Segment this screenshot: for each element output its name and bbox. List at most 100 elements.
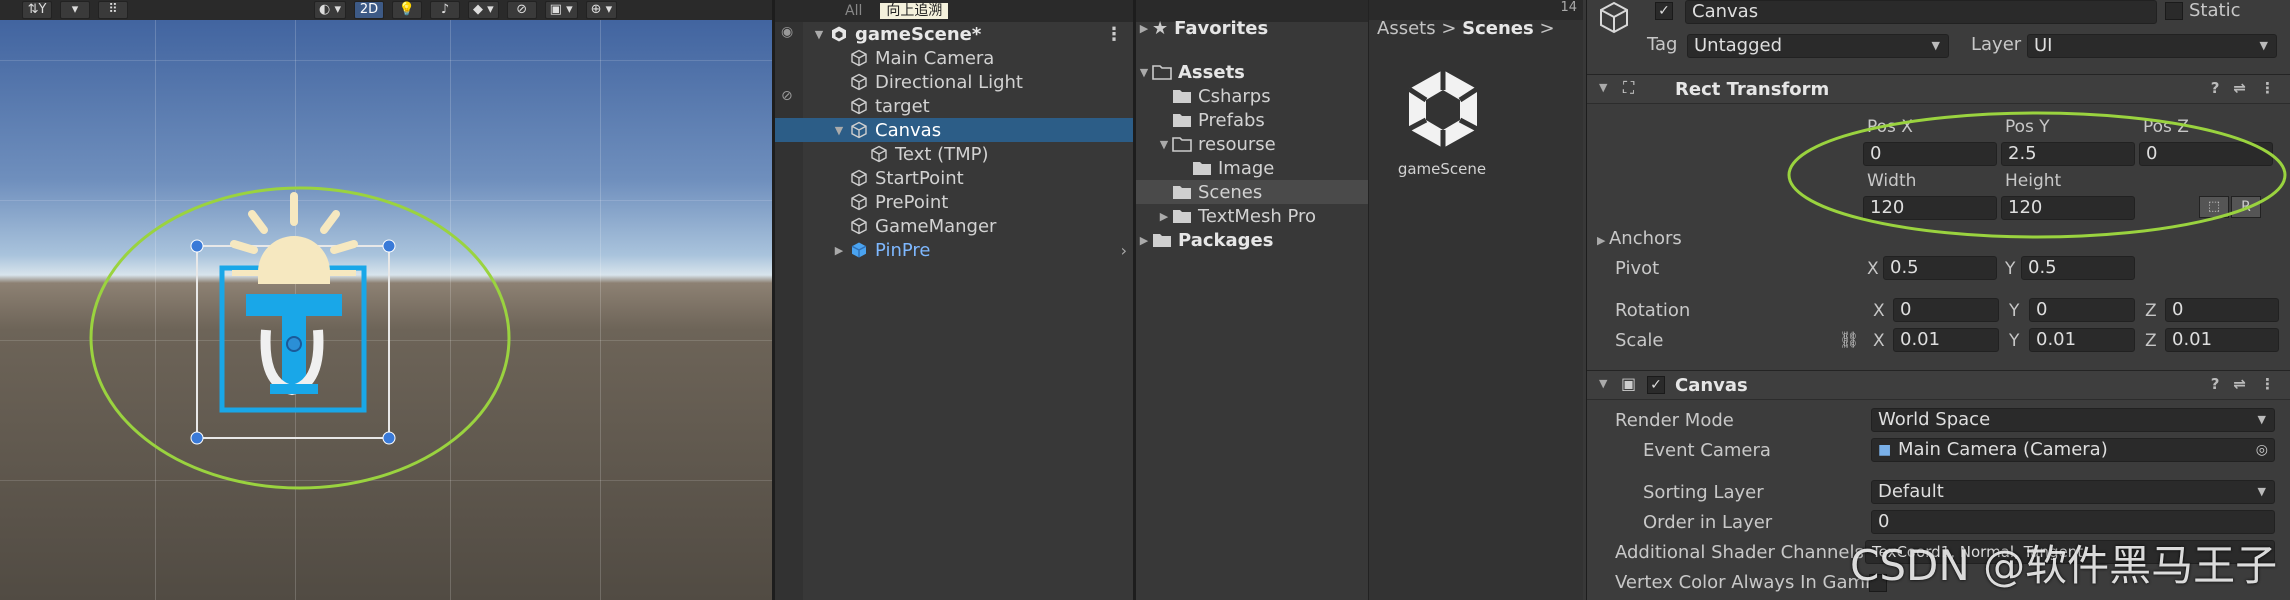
- pos-x-field[interactable]: 0: [1863, 142, 1997, 166]
- pivot-label: Pivot: [1615, 258, 1660, 279]
- scene-root-row[interactable]: ▼ gameScene* ⋮: [775, 22, 1133, 46]
- expand-arrow-icon[interactable]: ▶: [1136, 22, 1152, 35]
- canvas-enabled-checkbox[interactable]: ✓: [1647, 376, 1665, 394]
- hierarchy-item[interactable]: Directional Light: [775, 70, 1133, 94]
- assets-label: Assets: [1178, 61, 1245, 83]
- breadcrumb-root[interactable]: Assets: [1377, 18, 1436, 39]
- render-mode-dropdown[interactable]: World Space: [1871, 408, 2275, 432]
- help-icon[interactable]: ?: [2211, 79, 2220, 97]
- collapse-arrow-icon[interactable]: ▼: [1156, 138, 1172, 151]
- scene-canvas-gizmo[interactable]: [0, 0, 772, 600]
- pivot-x-field[interactable]: 0.5: [1883, 256, 1997, 280]
- rotation-y-field[interactable]: 0: [2029, 298, 2135, 322]
- anchors-foldout[interactable]: ▶ Anchors: [1597, 228, 1682, 252]
- preset-icon[interactable]: ⇌: [2233, 375, 2246, 393]
- canvas-component-header[interactable]: ▼ ▣ ✓ Canvas ? ⇌ ⋮: [1587, 370, 2290, 400]
- project-folder-item[interactable]: Image: [1136, 156, 1368, 180]
- blueprint-mode-icon[interactable]: ⬚: [2199, 196, 2229, 218]
- rect-transform-header[interactable]: ▼ ⛶ Rect Transform ? ⇌ ⋮: [1587, 74, 2290, 104]
- hierarchy-item[interactable]: GameManger: [775, 214, 1133, 238]
- collapse-arrow-icon[interactable]: ▼: [1599, 81, 1607, 94]
- tag-dropdown[interactable]: Untagged: [1687, 34, 1949, 58]
- pivot-y-field[interactable]: 0.5: [2021, 256, 2135, 280]
- hierarchy-search-bar[interactable]: All 向上追溯: [775, 0, 1133, 22]
- static-checkbox[interactable]: [2165, 2, 2183, 20]
- hierarchy-search-input[interactable]: All: [845, 3, 862, 19]
- gameobject-cube-icon: [1600, 1, 1628, 34]
- raw-edit-button[interactable]: R: [2231, 196, 2261, 218]
- object-name-input[interactable]: Canvas: [1685, 0, 2157, 24]
- project-folder-item[interactable]: Csharps: [1136, 84, 1368, 108]
- hierarchy-item-label: Text (TMP): [895, 143, 989, 165]
- layer-dropdown[interactable]: UI: [2027, 34, 2277, 58]
- expand-arrow-icon[interactable]: ▶: [1136, 234, 1152, 247]
- favorites-label: Favorites: [1174, 17, 1269, 39]
- unity-editor: ⇅Y ▾ ⠿ ◐ ▾ 2D 💡 ♪ ◆ ▾ ⊘ ▣ ▾ ⊕ ▾ All 向上追溯…: [0, 0, 2290, 600]
- hierarchy-item[interactable]: StartPoint: [775, 166, 1133, 190]
- expand-arrow-icon[interactable]: ▶: [831, 244, 847, 257]
- collapse-arrow-icon[interactable]: ▼: [1599, 377, 1607, 390]
- project-folder-label: Csharps: [1198, 85, 1271, 107]
- collapse-arrow-icon[interactable]: ▼: [831, 124, 847, 137]
- pos-y-field[interactable]: 2.5: [2001, 142, 2135, 166]
- scale-x-field[interactable]: 0.01: [1893, 328, 1999, 352]
- tooltip: 向上追溯: [880, 3, 949, 19]
- breadcrumb-current[interactable]: Scenes: [1462, 18, 1534, 39]
- collapse-arrow-icon[interactable]: ▼: [811, 28, 827, 41]
- object-picker-icon[interactable]: ◎: [2256, 439, 2268, 461]
- assets-root-row[interactable]: ▼ Assets: [1136, 60, 1368, 84]
- inspector-header: ✓ Canvas Static Tag Untagged Layer UI: [1587, 0, 2290, 72]
- hierarchy-item[interactable]: target: [775, 94, 1133, 118]
- sorting-layer-dropdown[interactable]: Default: [1871, 480, 2275, 504]
- unity-scene-asset-icon[interactable]: [1403, 66, 1483, 152]
- hierarchy-item[interactable]: Text (TMP): [775, 142, 1133, 166]
- kebab-menu-icon[interactable]: ⋮: [1105, 24, 1123, 45]
- layer-label: Layer: [1971, 34, 2022, 55]
- hierarchy-panel: All 向上追溯 ◉ ⊘ ▼ gameScene* ⋮ Main Camera Dire…: [775, 0, 1133, 600]
- scale-y-field[interactable]: 0.01: [2029, 328, 2135, 352]
- collapse-arrow-icon[interactable]: ▼: [1136, 66, 1152, 79]
- gameobject-cube-icon: [847, 118, 871, 142]
- hierarchy-item-label: Canvas: [875, 119, 942, 141]
- prefab-open-chevron-icon[interactable]: ›: [1121, 241, 1127, 260]
- unity-scene-icon: [827, 22, 851, 46]
- project-folder-item[interactable]: ▼ resourse: [1136, 132, 1368, 156]
- project-folder-item[interactable]: Prefabs: [1136, 108, 1368, 132]
- expand-arrow-icon[interactable]: ▶: [1156, 210, 1172, 223]
- expand-arrow-icon[interactable]: ▶: [1597, 234, 1609, 247]
- gameobject-cube-icon: [847, 94, 871, 118]
- hierarchy-item-label: PinPre: [875, 239, 931, 261]
- event-camera-field[interactable]: ■ Main Camera (Camera) ◎: [1871, 438, 2275, 462]
- scene-view[interactable]: ⇅Y ▾ ⠿ ◐ ▾ 2D 💡 ♪ ◆ ▾ ⊘ ▣ ▾ ⊕ ▾: [0, 0, 772, 600]
- scale-z-field[interactable]: 0.01: [2165, 328, 2279, 352]
- project-folder-item[interactable]: ▶ TextMesh Pro: [1136, 204, 1368, 228]
- hierarchy-item[interactable]: ▶ PinPre ›: [775, 238, 1133, 262]
- rotation-x-label: X: [1873, 301, 1885, 321]
- help-icon[interactable]: ?: [2211, 375, 2220, 393]
- packages-row[interactable]: ▶ Packages: [1136, 228, 1368, 252]
- gameobject-cube-icon: [847, 166, 871, 190]
- rotation-z-field[interactable]: 0: [2165, 298, 2279, 322]
- order-in-layer-field[interactable]: 0: [1871, 510, 2275, 534]
- prefab-cube-icon: [847, 238, 871, 262]
- favorites-row[interactable]: ▶ ★ Favorites: [1136, 16, 1368, 40]
- width-field[interactable]: 120: [1863, 196, 1997, 220]
- kebab-menu-icon[interactable]: ⋮: [2260, 375, 2275, 393]
- constrain-proportions-icon[interactable]: ⛓: [1839, 330, 1859, 349]
- kebab-menu-icon[interactable]: ⋮: [2260, 79, 2275, 97]
- project-folder-label: resourse: [1198, 133, 1276, 155]
- active-checkbox[interactable]: ✓: [1655, 2, 1673, 20]
- project-folder-label: Image: [1218, 157, 1275, 179]
- project-folder-item[interactable]: Scenes: [1136, 180, 1368, 204]
- hierarchy-item[interactable]: Main Camera: [775, 46, 1133, 70]
- hierarchy-item[interactable]: ▼ Canvas: [775, 118, 1133, 142]
- hierarchy-item[interactable]: PrePoint: [775, 190, 1133, 214]
- rotation-x-field[interactable]: 0: [1893, 298, 1999, 322]
- pos-z-field[interactable]: 0: [2139, 142, 2273, 166]
- height-label: Height: [2005, 171, 2062, 191]
- preset-icon[interactable]: ⇌: [2233, 79, 2246, 97]
- folder-icon: [1153, 234, 1171, 247]
- asset-item-label[interactable]: gameScene: [1377, 160, 1507, 178]
- height-field[interactable]: 120: [2001, 196, 2135, 220]
- star-icon: ★: [1152, 17, 1169, 39]
